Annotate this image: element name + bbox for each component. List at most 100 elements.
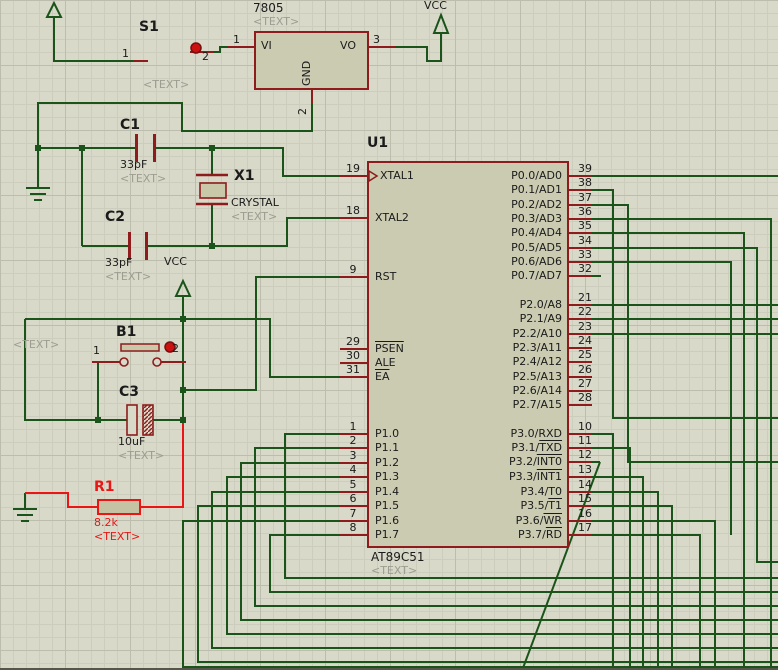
pin-label: P1.2 [375,456,400,469]
pin-number: 39 [578,162,592,175]
regulator-pin1-number: 1 [233,33,240,46]
pin-number: 18 [346,204,360,217]
u1-text-placeholder: <TEXT> [371,564,418,577]
r1-ref-label: R1 [94,479,115,495]
pin-number: 5 [349,478,357,491]
pin-label: P2.3/A11 [512,341,562,354]
pin-number: 22 [578,305,592,318]
pin-label: P2.1/A9 [519,312,562,325]
u1-part-label: AT89C51 [371,550,425,564]
s1-ref-label: S1 [139,19,159,35]
pin-number: 8 [349,521,357,534]
pin-label: XTAL1 [380,169,414,182]
schematic-canvas: S1 <TEXT> 1 2 7805 <TEXT> 1 3 2 VI VO GN… [0,0,778,670]
pin-label: P0.3/AD3 [511,212,562,225]
r1-value-label: 8.2k [94,516,118,529]
pin-label: EA [375,370,390,383]
c3-ref-label: C3 [119,384,140,400]
pin-label: P3.2/INT0 [508,455,562,468]
regulator-vo-pin-label: VO [340,39,356,52]
pin-label: P1.0 [375,427,400,440]
c3-value-label: 10uF [118,435,146,448]
pin-label: P2.0/A8 [519,298,562,311]
pin-label: P3.7/RD [518,528,562,541]
pin-label: P0.7/AD7 [511,269,562,282]
pin-number: 24 [578,334,592,347]
u1-ref-label: U1 [367,135,389,151]
pin-number: 33 [578,248,592,261]
pin-label: P3.1/TXD [511,441,562,454]
pin-label: P1.1 [375,441,400,454]
pin-label: P2.6/A14 [512,384,562,397]
s1-text-placeholder: <TEXT> [143,78,190,91]
regulator-pin3-number: 3 [373,33,380,46]
pin-label: P3.5/T1 [520,499,562,512]
pin-label: P3.6/WR [515,514,562,527]
pin-label: P0.1/AD1 [511,183,562,196]
pin-number: 10 [578,420,592,433]
pin-number: 16 [578,507,592,520]
s1-pin1-number: 1 [122,47,129,60]
regulator-text-placeholder: <TEXT> [253,15,300,28]
pin-label: P2.2/A10 [512,327,562,340]
pin-number: 9 [349,263,357,276]
c3-text-placeholder: <TEXT> [118,449,165,462]
pin-number: 26 [578,363,592,376]
c2-text-placeholder: <TEXT> [105,270,152,283]
regulator-vi-pin-label: VI [261,39,272,52]
pin-label: XTAL2 [375,211,409,224]
pin-label: P0.2/AD2 [511,198,562,211]
pin-label: P3.0/RXD [510,427,562,440]
b1-ref-label: B1 [116,324,137,340]
pin-label: P2.4/A12 [512,355,562,368]
pin-number: 14 [578,478,592,491]
pin-label: P1.4 [375,485,400,498]
c1-text-placeholder: <TEXT> [120,172,167,185]
pin-label: P1.5 [375,499,400,512]
b1-pin1-number: 1 [93,344,100,357]
regulator-name-label: 7805 [253,1,284,15]
vcc-label-mid: VCC [164,255,187,268]
pin-number: 31 [346,363,360,376]
pin-number: 29 [346,335,360,348]
b1-text-placeholder: <TEXT> [13,338,60,351]
pin-number: 32 [578,262,592,275]
pin-label: P3.3/INT1 [508,470,562,483]
r1-text-placeholder: <TEXT> [94,530,141,543]
pin-number: 30 [346,349,360,362]
pin-number: 36 [578,205,592,218]
x1-value-label: CRYSTAL [231,196,279,209]
pin-number: 6 [349,492,357,505]
pin-number: 17 [578,521,592,534]
pin-label: P1.6 [375,514,400,527]
x1-text-placeholder: <TEXT> [231,210,278,223]
pin-number: 23 [578,320,592,333]
pin-label: P2.5/A13 [512,370,562,383]
pin-number: 15 [578,492,592,505]
pin-number: 13 [578,463,592,476]
c2-value-label: 33pF [105,256,133,269]
pin-number: 19 [346,162,360,175]
c1-ref-label: C1 [120,117,141,133]
pin-number: 37 [578,191,592,204]
pin-label: P3.4/T0 [520,485,562,498]
pin-number: 38 [578,176,592,189]
c1-value-label: 33pF [120,158,148,171]
b1-pin2-number: 2 [172,342,179,355]
vcc-label-top: VCC [424,0,447,12]
pin-label: P1.7 [375,528,400,541]
pin-number: 12 [578,448,592,461]
pin-number: 35 [578,219,592,232]
pin-number: 11 [578,434,592,447]
pin-label: P0.5/AD5 [511,241,562,254]
c2-ref-label: C2 [105,209,126,225]
pin-label: P0.0/AD0 [511,169,562,182]
pin-label: ALE [375,356,396,369]
pin-number: 7 [349,507,357,520]
pin-label: P1.3 [375,470,400,483]
pin-label: P0.4/AD4 [511,226,562,239]
pin-label: PSEN [375,342,404,355]
pin-number: 25 [578,348,592,361]
x1-ref-label: X1 [234,168,255,184]
pin-label: RST [375,270,397,283]
